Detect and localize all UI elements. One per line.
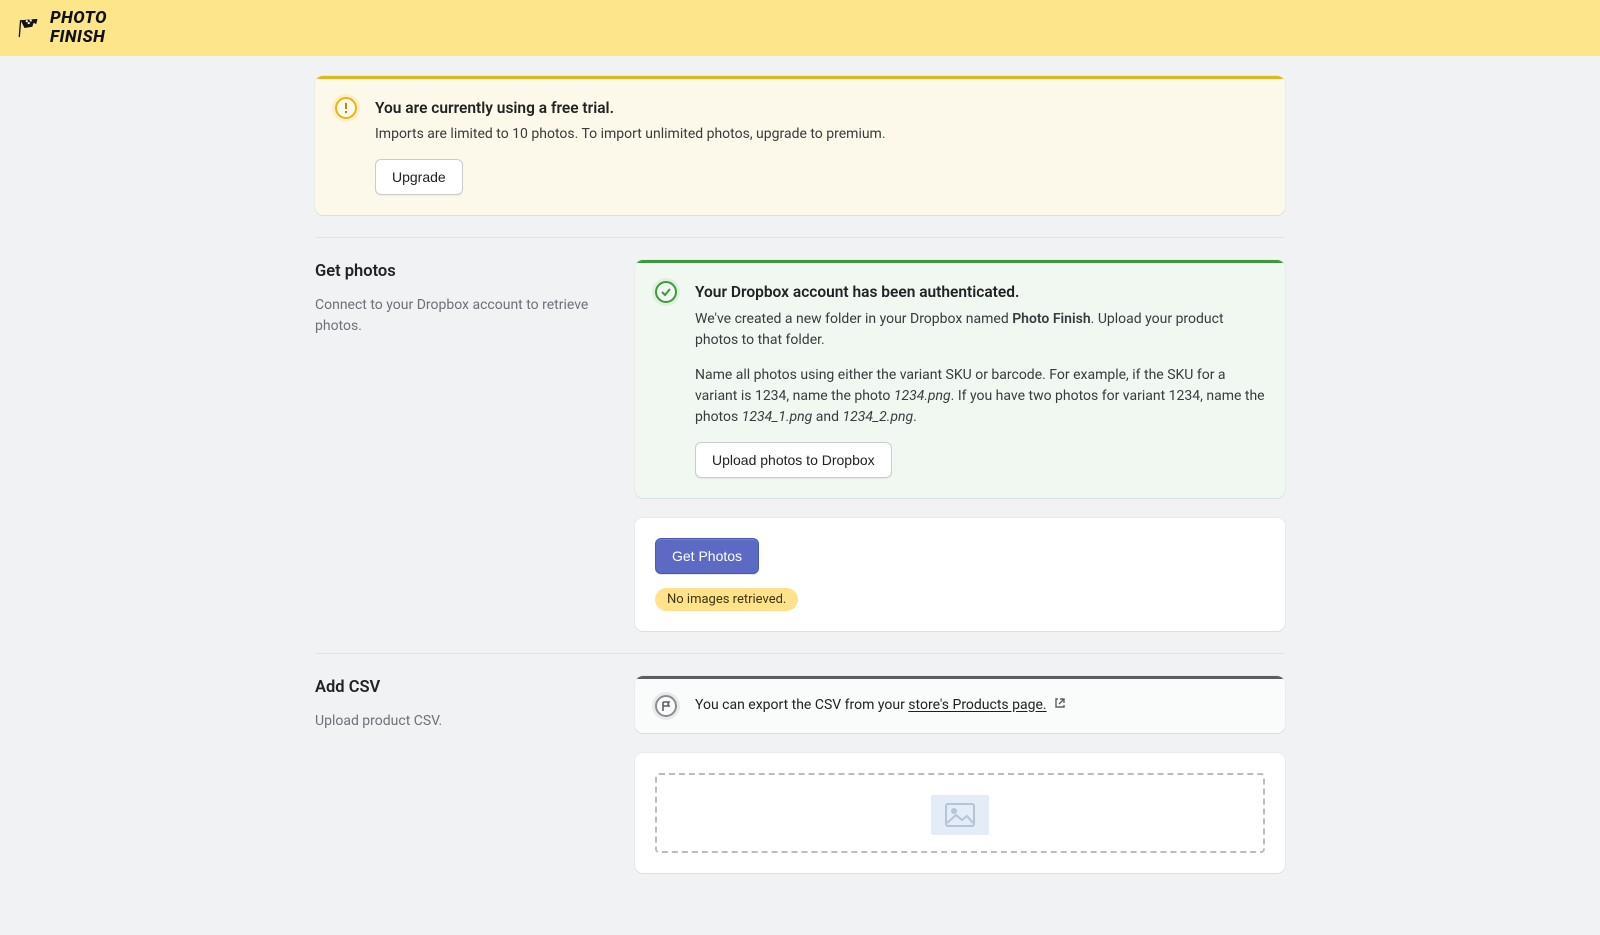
get-photos-subheading: Connect to your Dropbox account to retri… — [315, 295, 605, 337]
flag-icon — [18, 15, 44, 41]
products-page-link[interactable]: store's Products page. — [908, 698, 1046, 714]
get-photos-card: Get Photos No images retrieved. — [635, 518, 1285, 632]
topbar: PHOTO FINISH — [0, 0, 1600, 56]
alert-icon — [335, 97, 357, 119]
brand-logo: PHOTO FINISH — [18, 6, 107, 51]
get-photos-button[interactable]: Get Photos — [655, 538, 759, 574]
dropbox-auth-p2: Name all photos using either the variant… — [695, 365, 1265, 428]
external-link-icon — [1054, 695, 1066, 716]
csv-info-text: You can export the CSV from your store's… — [695, 695, 1265, 716]
images-status-badge: No images retrieved. — [655, 588, 798, 612]
trial-banner: You are currently using a free trial. Im… — [315, 76, 1285, 215]
dropbox-auth-title: Your Dropbox account has been authentica… — [695, 281, 1265, 304]
dropbox-auth-banner: Your Dropbox account has been authentica… — [635, 260, 1285, 497]
add-csv-section: Add CSV Upload product CSV. You can expo… — [315, 653, 1285, 873]
check-circle-icon — [655, 281, 677, 303]
csv-info-banner: You can export the CSV from your store's… — [635, 676, 1285, 733]
page-content: You are currently using a free trial. Im… — [315, 56, 1285, 935]
dropbox-auth-p1: We've created a new folder in your Dropb… — [695, 309, 1265, 351]
flag-circle-icon — [655, 695, 677, 717]
add-csv-subheading: Upload product CSV. — [315, 711, 605, 732]
csv-upload-card — [635, 753, 1285, 873]
get-photos-heading: Get photos — [315, 260, 605, 285]
trial-banner-title: You are currently using a free trial. — [375, 97, 1265, 120]
add-csv-heading: Add CSV — [315, 676, 605, 701]
upgrade-button[interactable]: Upgrade — [375, 159, 463, 195]
csv-dropzone[interactable] — [655, 773, 1265, 853]
upload-dropbox-button[interactable]: Upload photos to Dropbox — [695, 442, 892, 478]
brand-line2: FINISH — [50, 25, 107, 51]
image-placeholder-icon — [931, 795, 989, 835]
get-photos-section: Get photos Connect to your Dropbox accou… — [315, 237, 1285, 631]
trial-banner-text: Imports are limited to 10 photos. To imp… — [375, 124, 1265, 145]
